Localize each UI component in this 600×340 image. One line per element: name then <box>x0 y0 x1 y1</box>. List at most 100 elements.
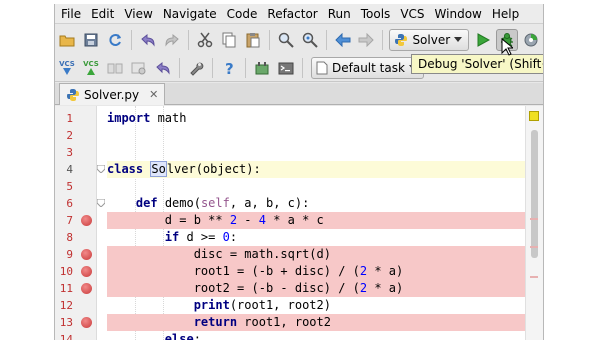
close-icon[interactable]: ✕ <box>149 88 158 101</box>
code-line-2[interactable]: 2 <box>55 127 525 144</box>
vcs-commit-label: VCS <box>83 59 99 68</box>
toolbar-separator <box>268 30 270 50</box>
code-line-13[interactable]: 13 return root1, root2 <box>55 314 525 331</box>
menu-navigate[interactable]: Navigate <box>158 4 222 24</box>
vcs-revert-button[interactable] <box>152 57 174 79</box>
vcs-history-button[interactable] <box>128 57 150 79</box>
menu-window[interactable]: Window <box>430 4 487 24</box>
python-console-button[interactable] <box>275 57 297 79</box>
line-number: 2 <box>66 129 73 142</box>
code-line-1[interactable]: 1 import math <box>55 110 525 127</box>
warning-indicator-icon[interactable] <box>529 111 539 121</box>
code-line-4[interactable]: 4 class Solver(object): <box>55 161 525 178</box>
breakpoint-stripe-mark[interactable] <box>530 276 538 278</box>
line-number: 9 <box>66 248 73 261</box>
code-text: if d >= 0: <box>164 230 238 244</box>
save-icon <box>84 33 98 47</box>
run-with-coverage-button[interactable] <box>520 29 542 51</box>
line-number: 1 <box>66 112 73 125</box>
code-line-11[interactable]: 11 root2 = (-b - disc) / (2 * a) <box>55 280 525 297</box>
save-button[interactable] <box>80 29 102 51</box>
cut-button[interactable] <box>194 29 216 51</box>
vcs-commit-button[interactable]: VCS <box>80 57 102 79</box>
vcs-update-button[interactable]: VCS <box>56 57 78 79</box>
svg-text:?: ? <box>225 60 234 76</box>
toolbar-separator <box>325 30 327 50</box>
code-line-7[interactable]: 7 d = b ** 2 - 4 * a * c <box>55 212 525 229</box>
line-number: 4 <box>66 163 73 176</box>
breakpoint-icon[interactable] <box>81 249 92 260</box>
code-line-6[interactable]: 6 def demo(self, a, b, c): <box>55 195 525 212</box>
menu-code[interactable]: Code <box>222 4 263 24</box>
undo-button[interactable] <box>137 29 159 51</box>
task-dropdown[interactable]: Default task <box>311 56 424 79</box>
keyword-import: import <box>107 111 151 125</box>
code-line-8[interactable]: 8 if d >= 0: <box>55 229 525 246</box>
code-line-3[interactable]: 3 <box>55 144 525 161</box>
menu-file[interactable]: File <box>55 4 86 24</box>
chevron-down-icon <box>454 37 463 42</box>
vcs-compare-button[interactable] <box>104 57 126 79</box>
code-line-14[interactable]: 14 else: <box>55 331 525 340</box>
toolbar-separator <box>302 57 303 78</box>
menu-run[interactable]: Run <box>323 4 356 24</box>
run-configuration-dropdown[interactable]: Solver <box>389 29 470 51</box>
plugin-icon <box>255 61 269 74</box>
undo-icon <box>141 33 155 47</box>
revert-icon <box>156 61 170 75</box>
menu-vcs[interactable]: VCS <box>395 4 429 24</box>
menu-bar: File Edit View Navigate Code Refactor Ru… <box>55 4 543 24</box>
settings-button[interactable] <box>185 57 207 79</box>
breakpoint-icon[interactable] <box>81 266 92 277</box>
menu-edit[interactable]: Edit <box>86 4 119 24</box>
breakpoint-icon[interactable] <box>81 317 92 328</box>
vcs-update-label: VCS <box>59 59 75 68</box>
code-line-12[interactable]: 12 print(root1, root2) <box>55 297 525 314</box>
breakpoint-icon[interactable] <box>81 283 92 294</box>
menu-view[interactable]: View <box>119 4 157 24</box>
breakpoint-icon[interactable] <box>81 215 92 226</box>
tab-solver-py[interactable]: Solver.py ✕ <box>59 83 166 105</box>
code-editor[interactable]: 1 import math 2 3 4 class Solver(object)… <box>55 106 543 340</box>
vertical-scrollbar[interactable] <box>531 130 538 258</box>
redo-icon <box>165 33 179 47</box>
help-button[interactable]: ? <box>218 57 240 79</box>
search-replace-icon <box>302 32 318 48</box>
replace-button[interactable] <box>299 29 321 51</box>
line-number: 3 <box>66 146 73 159</box>
compare-icon <box>107 63 123 73</box>
run-button[interactable] <box>472 29 494 51</box>
open-folder-button[interactable] <box>56 29 78 51</box>
paste-button[interactable] <box>242 29 264 51</box>
back-button[interactable] <box>332 29 354 51</box>
scissors-icon <box>197 32 212 48</box>
breakpoint-stripe-mark[interactable] <box>530 218 538 220</box>
forward-button[interactable] <box>355 29 377 51</box>
toolbar-separator <box>179 57 180 78</box>
sync-button[interactable] <box>104 29 126 51</box>
find-button[interactable] <box>275 29 297 51</box>
menu-tools[interactable]: Tools <box>356 4 396 24</box>
code-line-9[interactable]: 9 disc = math.sqrt(d) <box>55 246 525 263</box>
ide-window: File Edit View Navigate Code Refactor Ru… <box>54 4 544 340</box>
code-text: return root1, root2 <box>193 315 331 329</box>
code-line-5[interactable]: 5 <box>55 178 525 195</box>
search-icon <box>278 32 294 48</box>
wrench-icon <box>190 62 204 76</box>
python-icon <box>395 34 408 46</box>
line-number: 11 <box>59 282 73 295</box>
arrow-down-icon <box>63 67 71 75</box>
line-number: 8 <box>66 231 73 244</box>
copy-icon <box>222 32 236 48</box>
menu-refactor[interactable]: Refactor <box>262 4 322 24</box>
plugins-button[interactable] <box>251 57 273 79</box>
breakpoint-stripe-mark[interactable] <box>530 246 538 248</box>
fold-marker-icon[interactable] <box>97 199 105 207</box>
line-number: 12 <box>59 299 73 312</box>
code-line-10[interactable]: 10 root1 = (-b + disc) / (2 * a) <box>55 263 525 280</box>
fold-marker-icon[interactable] <box>97 165 105 173</box>
main-toolbar: Solver <box>55 26 543 54</box>
menu-help[interactable]: Help <box>487 4 524 24</box>
copy-button[interactable] <box>218 29 240 51</box>
redo-button[interactable] <box>161 29 183 51</box>
